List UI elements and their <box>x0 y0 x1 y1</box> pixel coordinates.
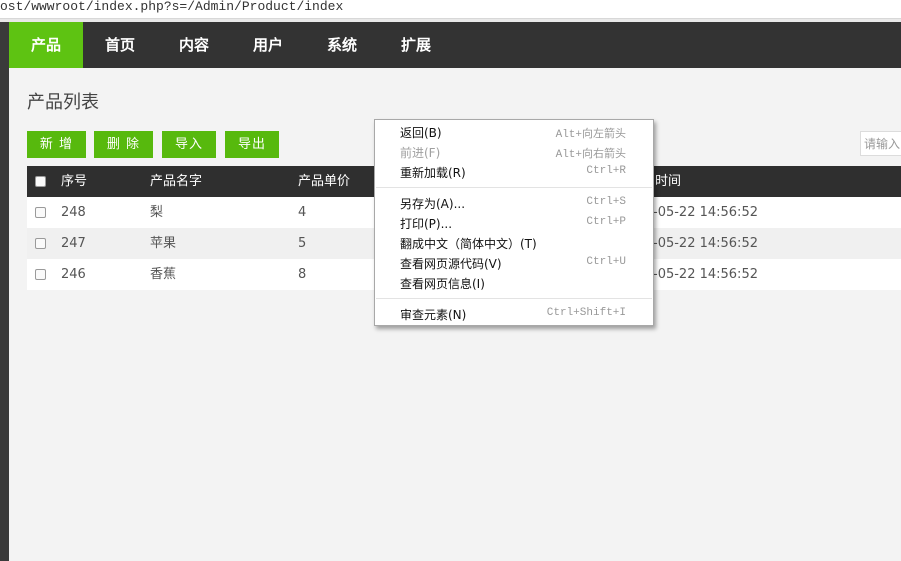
nav-item-home[interactable]: 首页 <box>83 22 157 68</box>
header-time[interactable]: 时间 <box>655 166 681 197</box>
header-id[interactable]: 序号 <box>61 166 87 197</box>
menu-separator <box>376 187 652 188</box>
cell-price: 4 <box>298 205 307 220</box>
cell-id: 248 <box>61 205 86 220</box>
left-edge-bar <box>0 22 9 561</box>
cell-name: 香蕉 <box>150 267 177 282</box>
add-button[interactable]: 新 增 <box>27 131 86 158</box>
menu-item-shortcut: Ctrl+Shift+I <box>546 307 626 319</box>
menu-item-label: 查看网页源代码(V) <box>400 257 502 271</box>
menu-item-back[interactable]: 返回(B) Alt+向左箭头 <box>375 122 653 142</box>
select-all-checkbox[interactable] <box>35 176 46 187</box>
menu-item-inspect[interactable]: 审查元素(N) Ctrl+Shift+I <box>375 304 653 324</box>
row-checkbox[interactable] <box>35 207 46 218</box>
menu-item-page-info[interactable]: 查看网页信息(I) <box>375 273 653 293</box>
context-menu: 返回(B) Alt+向左箭头 前进(F) Alt+向右箭头 重新加载(R) Ct… <box>374 119 654 326</box>
cell-price: 5 <box>298 236 307 251</box>
menu-item-translate[interactable]: 翻成中文（简体中文）(T) <box>375 233 653 253</box>
row-checkbox[interactable] <box>35 238 46 249</box>
page-title: 产品列表 <box>27 92 99 113</box>
menu-item-shortcut: Ctrl+R <box>586 165 626 177</box>
cell-id: 246 <box>61 267 86 282</box>
menu-separator <box>376 298 652 299</box>
cell-price: 8 <box>298 267 307 282</box>
search-input[interactable]: 请输入 <box>860 131 901 156</box>
row-checkbox[interactable] <box>35 269 46 280</box>
menu-item-shortcut: Alt+向左箭头 <box>555 129 626 141</box>
address-url[interactable]: ost/wwwroot/index.php?s=/Admin/Product/i… <box>0 0 343 14</box>
menu-item-label: 翻成中文（简体中文）(T) <box>400 237 537 251</box>
menu-item-forward[interactable]: 前进(F) Alt+向右箭头 <box>375 142 653 162</box>
cell-name: 苹果 <box>150 236 177 251</box>
nav-item-users[interactable]: 用户 <box>231 22 305 68</box>
menu-item-label: 重新加载(R) <box>400 166 466 180</box>
menu-item-shortcut: Alt+向右箭头 <box>555 149 626 161</box>
nav-item-system[interactable]: 系统 <box>305 22 379 68</box>
cell-time: -05-22 14:56:52 <box>653 205 758 220</box>
cell-id: 247 <box>61 236 86 251</box>
menu-item-label: 审查元素(N) <box>400 308 467 322</box>
menu-item-label: 查看网页信息(I) <box>400 277 485 291</box>
menu-item-view-source[interactable]: 查看网页源代码(V) Ctrl+U <box>375 253 653 273</box>
import-button[interactable]: 导入 <box>162 131 216 158</box>
menu-item-reload[interactable]: 重新加载(R) Ctrl+R <box>375 162 653 182</box>
delete-button[interactable]: 删 除 <box>94 131 153 158</box>
menu-item-label: 返回(B) <box>400 126 442 140</box>
menu-item-label: 另存为(A)... <box>400 197 466 211</box>
nav-item-extensions[interactable]: 扩展 <box>379 22 453 68</box>
menu-item-save-as[interactable]: 另存为(A)... Ctrl+S <box>375 193 653 213</box>
nav-item-products[interactable]: 产品 <box>9 22 83 68</box>
menu-item-shortcut: Ctrl+U <box>586 256 626 268</box>
export-button[interactable]: 导出 <box>225 131 279 158</box>
header-name[interactable]: 产品名字 <box>150 166 202 197</box>
top-navigation: 产品 首页 内容 用户 系统 扩展 <box>9 22 901 68</box>
cell-time: -05-22 14:56:52 <box>653 267 758 282</box>
menu-item-shortcut: Ctrl+S <box>586 196 626 208</box>
menu-item-label: 打印(P)... <box>400 217 453 231</box>
menu-item-label: 前进(F) <box>400 146 441 160</box>
header-price[interactable]: 产品单价 <box>298 166 350 197</box>
cell-time: -05-22 14:56:52 <box>653 236 758 251</box>
menu-item-shortcut: Ctrl+P <box>586 216 626 228</box>
nav-item-content[interactable]: 内容 <box>157 22 231 68</box>
menu-item-print[interactable]: 打印(P)... Ctrl+P <box>375 213 653 233</box>
address-bar[interactable]: ost/wwwroot/index.php?s=/Admin/Product/i… <box>0 0 901 19</box>
cell-name: 梨 <box>150 205 164 220</box>
